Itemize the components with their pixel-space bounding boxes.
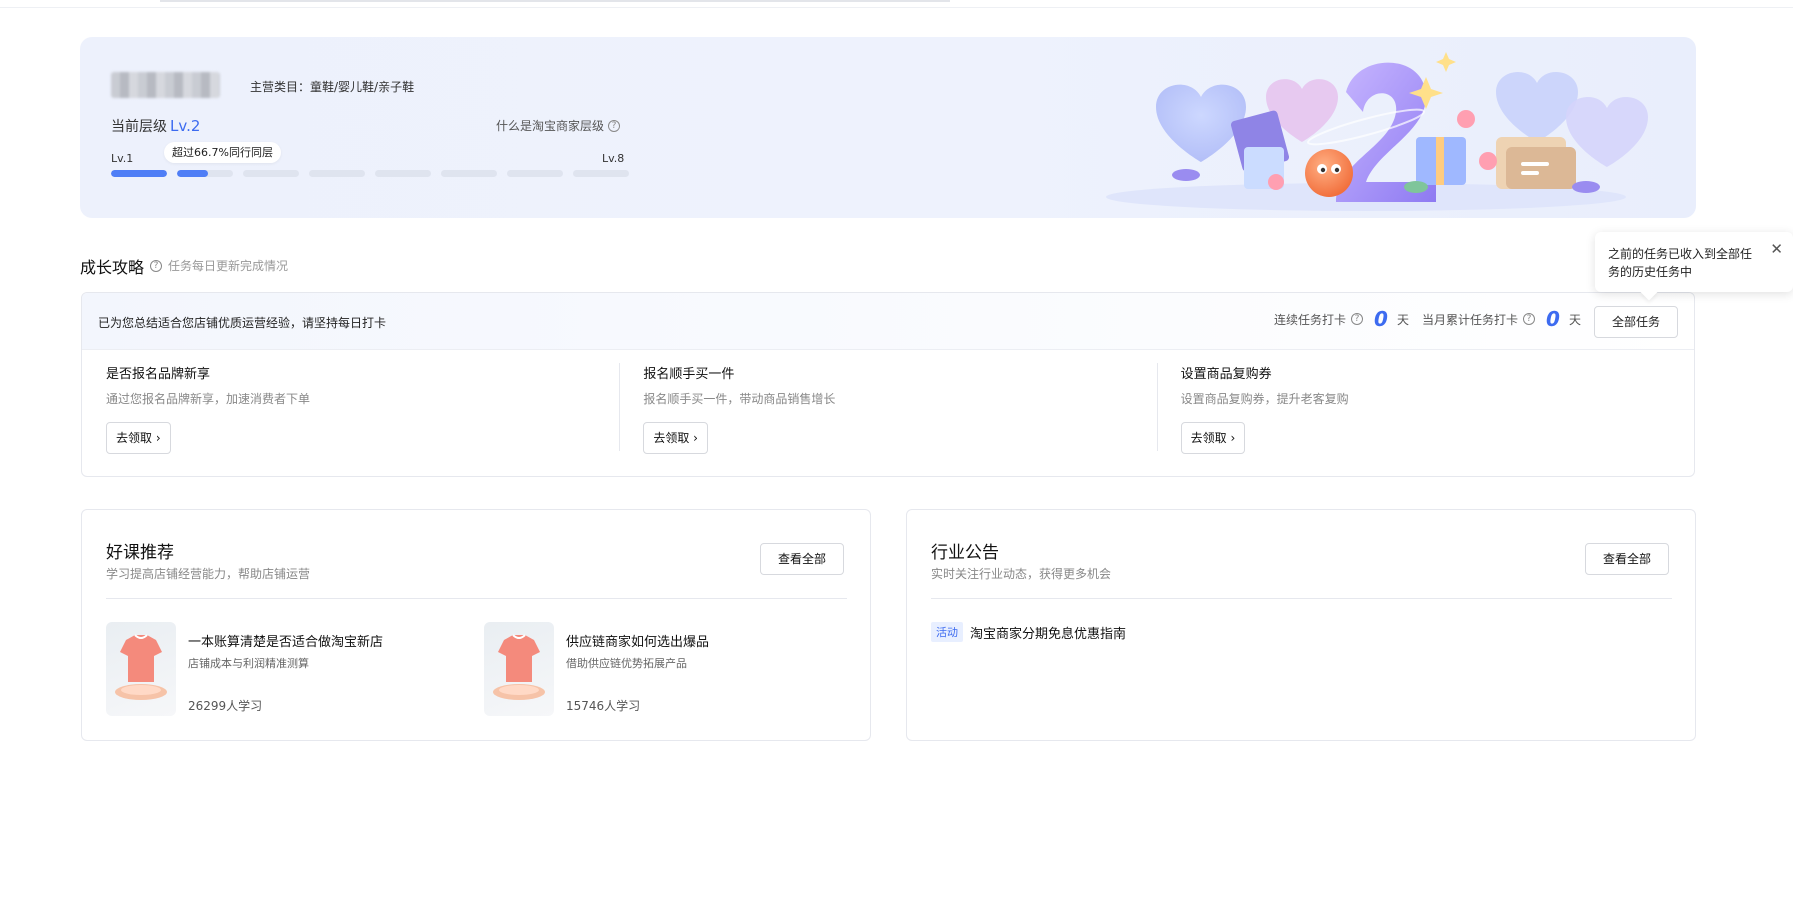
tshirt-icon <box>493 634 545 700</box>
tooltip-text: 之前的任务已收入到全部任务的历史任务中 <box>1608 247 1753 279</box>
level-start-label: Lv.1 <box>111 152 134 165</box>
consecutive-checkin-value: 0 <box>1374 307 1388 331</box>
announcement-item[interactable]: 活动 淘宝商家分期免息优惠指南 <box>931 622 1126 642</box>
task-desc: 设置商品复购券，提升老客复购 <box>1180 392 1349 406</box>
level-segment-7 <box>507 170 563 177</box>
course-recommendation-card: 好课推荐 学习提高店铺经营能力，帮助店铺运营 查看全部 一本账算清楚是否适合做淘… <box>81 509 871 741</box>
current-level-label: 当前层级 <box>111 119 167 135</box>
task-item: 设置商品复购券 设置商品复购券，提升老客复购 去领取 › <box>1156 350 1694 476</box>
task-item: 报名顺手买一件 报名顺手买一件，带动商品销售增长 去领取 › <box>619 350 1156 476</box>
level-segment-fill <box>177 170 208 177</box>
consecutive-checkin-label: 连续任务打卡 <box>1274 312 1347 327</box>
monthly-checkin-stat: 当月累计任务打卡 ? 0 天 <box>1422 307 1581 331</box>
course-title[interactable]: 一本账算清楚是否适合做淘宝新店 <box>188 631 383 650</box>
course-learners: 15746人学习 <box>566 699 641 713</box>
view-all-button[interactable]: 查看全部 <box>1585 543 1669 575</box>
level-progress-tip: 超过66.7%同行同层 <box>164 142 281 163</box>
task-name: 是否报名品牌新享 <box>106 367 211 382</box>
card-title: 好课推荐 <box>106 543 174 563</box>
course-title[interactable]: 供应链商家如何选出爆品 <box>566 631 709 650</box>
card-subtitle: 实时关注行业动态，获得更多机会 <box>931 567 1112 581</box>
course-learners: 26299人学习 <box>188 699 263 713</box>
chevron-right-icon[interactable]: › <box>1231 431 1236 445</box>
course-desc: 借助供应链优势拓展产品 <box>566 657 687 670</box>
course-thumbnail[interactable] <box>106 622 176 716</box>
task-panel-header: 已为您总结适合您店铺优质运营经验，请坚持每日打卡 连续任务打卡 ? 0 天 当月… <box>82 293 1694 350</box>
help-icon[interactable]: ? <box>1523 313 1536 325</box>
task-list: 是否报名品牌新享 通过您报名品牌新享，加速消费者下单 去领取 › 报名顺手买一件… <box>82 350 1694 476</box>
course-info: 一本账算清楚是否适合做淘宝新店 店铺成本与利润精准测算 26299人学习 <box>188 622 383 716</box>
claim-button-label[interactable]: 去领取 <box>653 431 689 445</box>
monthly-checkin-value: 0 <box>1546 307 1560 331</box>
course-desc: 店铺成本与利润精准测算 <box>188 657 309 670</box>
course-item[interactable]: 供应链商家如何选出爆品 借助供应链优势拓展产品 15746人学习 <box>484 622 844 716</box>
day-unit: 天 <box>1568 312 1581 327</box>
close-icon[interactable]: ✕ <box>1770 240 1783 258</box>
course-item[interactable]: 一本账算清楚是否适合做淘宝新店 店铺成本与利润精准测算 26299人学习 <box>106 622 466 716</box>
announcement-tag: 活动 <box>931 622 963 642</box>
announcement-text[interactable]: 淘宝商家分期免息优惠指南 <box>970 623 1126 642</box>
top-tab-indicator <box>160 0 950 2</box>
level-segment-4 <box>309 170 365 177</box>
task-name: 报名顺手买一件 <box>643 367 735 382</box>
view-all-button[interactable]: 查看全部 <box>760 543 844 575</box>
card-title: 行业公告 <box>931 543 999 563</box>
level-segment-2 <box>177 170 233 177</box>
task-panel: 已为您总结适合您店铺优质运营经验，请坚持每日打卡 连续任务打卡 ? 0 天 当月… <box>81 292 1695 477</box>
task-name: 设置商品复购券 <box>1180 367 1272 382</box>
claim-button[interactable]: 去领取 › <box>106 422 171 454</box>
tshirt-icon <box>115 634 167 700</box>
consecutive-checkin-stat: 连续任务打卡 ? 0 天 <box>1274 307 1409 331</box>
industry-announcements-card: 行业公告 实时关注行业动态，获得更多机会 查看全部 活动 淘宝商家分期免息优惠指… <box>906 509 1696 741</box>
divider <box>106 598 847 599</box>
chevron-right-icon[interactable]: › <box>693 431 698 445</box>
card-subtitle: 学习提高店铺经营能力，帮助店铺运营 <box>106 567 311 581</box>
course-info: 供应链商家如何选出爆品 借助供应链优势拓展产品 15746人学习 <box>566 622 709 716</box>
monthly-checkin-label: 当月累计任务打卡 <box>1422 312 1519 327</box>
task-desc: 报名顺手买一件，带动商品销售增长 <box>643 392 836 406</box>
level-segment-5 <box>375 170 431 177</box>
level-progress-bar <box>111 170 629 177</box>
growth-guide-title: 成长攻略 <box>80 258 145 277</box>
claim-button-label[interactable]: 去领取 <box>1191 431 1227 445</box>
merchant-level-banner: 主营类目：童鞋/婴儿鞋/亲子鞋 当前层级 Lv.2 什么是淘宝商家层级 ? Lv.… <box>80 37 1696 218</box>
current-level: 当前层级 Lv.2 <box>111 116 200 136</box>
claim-button-label[interactable]: 去领取 <box>116 431 152 445</box>
level-segment-1 <box>111 170 167 177</box>
divider <box>931 598 1672 599</box>
chevron-right-icon[interactable]: › <box>156 431 161 445</box>
help-icon[interactable]: ? <box>608 119 621 132</box>
task-desc: 通过您报名品牌新享，加速消费者下单 <box>106 392 311 406</box>
claim-button[interactable]: 去领取 › <box>643 422 708 454</box>
level-segment-fill <box>111 170 167 177</box>
task-item: 是否报名品牌新享 通过您报名品牌新享，加速消费者下单 去领取 › <box>82 350 619 476</box>
top-divider <box>0 7 1793 8</box>
level-2-illustration <box>1106 52 1648 211</box>
help-icon[interactable]: ? <box>1351 313 1364 325</box>
level-segment-6 <box>441 170 497 177</box>
growth-guide-subtitle-text: 任务每日更新完成情况 <box>168 259 289 273</box>
claim-button[interactable]: 去领取 › <box>1180 422 1246 454</box>
task-intro-text: 已为您总结适合您店铺优质运营经验，请坚持每日打卡 <box>98 316 387 330</box>
level-end-label: Lv.8 <box>602 152 625 165</box>
history-tasks-tooltip: 之前的任务已收入到全部任务的历史任务中 ✕ <box>1595 232 1793 292</box>
main-category: 主营类目：童鞋/婴儿鞋/亲子鞋 <box>250 80 415 94</box>
shop-name-redacted <box>111 72 220 98</box>
current-level-value: Lv.2 <box>170 117 201 135</box>
help-icon[interactable]: ? <box>150 259 162 272</box>
day-unit: 天 <box>1396 312 1409 327</box>
all-tasks-button[interactable]: 全部任务 <box>1594 306 1678 338</box>
level-segment-8 <box>573 170 629 177</box>
level-segment-3 <box>243 170 299 177</box>
growth-guide-subtitle: ? 任务每日更新完成情况 <box>150 257 288 274</box>
course-thumbnail[interactable] <box>484 622 554 716</box>
what-is-level-text[interactable]: 什么是淘宝商家层级 <box>496 117 604 134</box>
what-is-level-link[interactable]: 什么是淘宝商家层级 ? <box>496 117 621 134</box>
